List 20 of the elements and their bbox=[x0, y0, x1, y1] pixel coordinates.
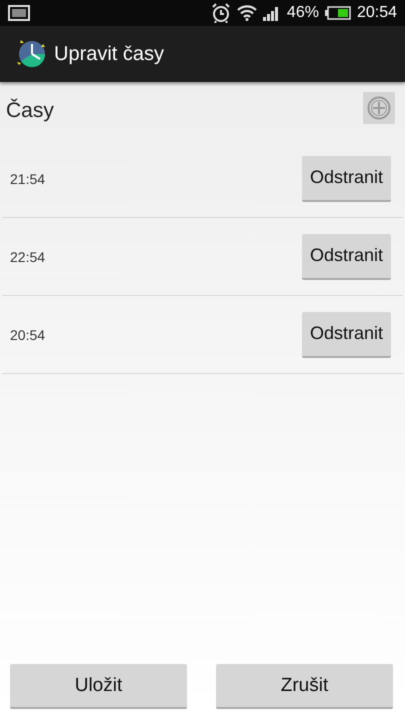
cancel-button[interactable]: Zrušit bbox=[216, 664, 393, 709]
remove-button[interactable]: Odstranit bbox=[302, 312, 391, 358]
clock-time: 20:54 bbox=[356, 4, 397, 22]
section-title: Časy bbox=[6, 99, 54, 123]
remove-button[interactable]: Odstranit bbox=[302, 156, 391, 202]
battery-icon bbox=[324, 6, 351, 20]
alarm-icon bbox=[210, 3, 231, 23]
image-notification-icon bbox=[8, 5, 30, 21]
battery-percent: 46% bbox=[286, 4, 319, 22]
screen-title: Upravit časy bbox=[54, 42, 164, 66]
add-button[interactable] bbox=[363, 92, 395, 124]
remove-button[interactable]: Odstranit bbox=[302, 234, 391, 280]
time-label: 21:54 bbox=[10, 170, 46, 186]
time-label: 20:54 bbox=[10, 326, 46, 342]
time-label: 22:54 bbox=[10, 248, 46, 264]
save-button[interactable]: Uložit bbox=[10, 664, 187, 709]
signal-icon bbox=[262, 5, 281, 21]
clock-icon bbox=[16, 39, 46, 69]
wifi-icon bbox=[236, 5, 257, 21]
add-icon bbox=[367, 96, 391, 120]
